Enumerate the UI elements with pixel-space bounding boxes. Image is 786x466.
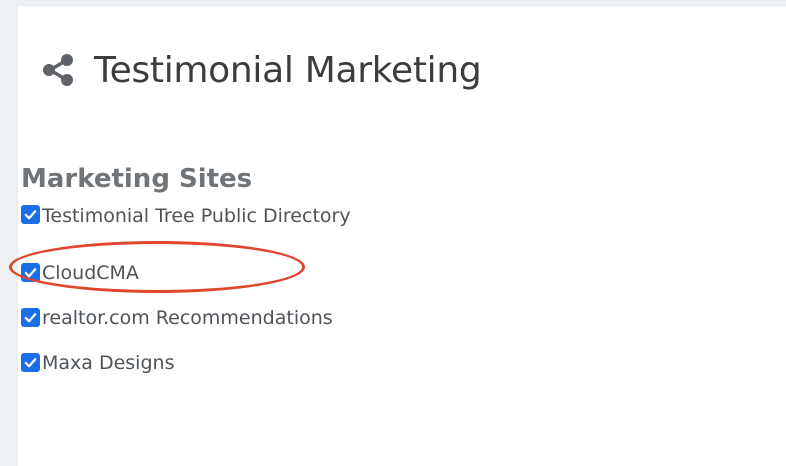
checkmark-icon	[24, 268, 37, 278]
page-header: Testimonial Marketing	[40, 42, 482, 98]
list-item-cloudcma[interactable]: CloudCMA	[21, 250, 351, 295]
checkmark-icon	[24, 210, 37, 220]
list-item-realtor[interactable]: realtor.com Recommendations	[21, 295, 351, 340]
section-title-marketing-sites: Marketing Sites	[21, 164, 253, 194]
checkbox-cloudcma[interactable]	[21, 263, 40, 282]
checkbox-realtor[interactable]	[21, 308, 40, 327]
checkmark-icon	[24, 358, 37, 368]
checkbox-label[interactable]: Testimonial Tree Public Directory	[42, 205, 351, 227]
page-title: Testimonial Marketing	[94, 49, 482, 91]
checkbox-label[interactable]: CloudCMA	[42, 262, 139, 284]
checkbox-maxa-designs[interactable]	[21, 353, 40, 372]
list-item-testimonial-tree[interactable]: Testimonial Tree Public Directory	[21, 205, 351, 235]
checkbox-testimonial-tree[interactable]	[21, 205, 40, 224]
checkbox-label[interactable]: realtor.com Recommendations	[42, 307, 333, 329]
share-icon	[40, 52, 76, 88]
marketing-sites-list: Testimonial Tree Public Directory CloudC…	[21, 205, 351, 385]
list-item-maxa-designs[interactable]: Maxa Designs	[21, 340, 351, 385]
checkbox-label[interactable]: Maxa Designs	[42, 352, 174, 374]
checkmark-icon	[24, 313, 37, 323]
